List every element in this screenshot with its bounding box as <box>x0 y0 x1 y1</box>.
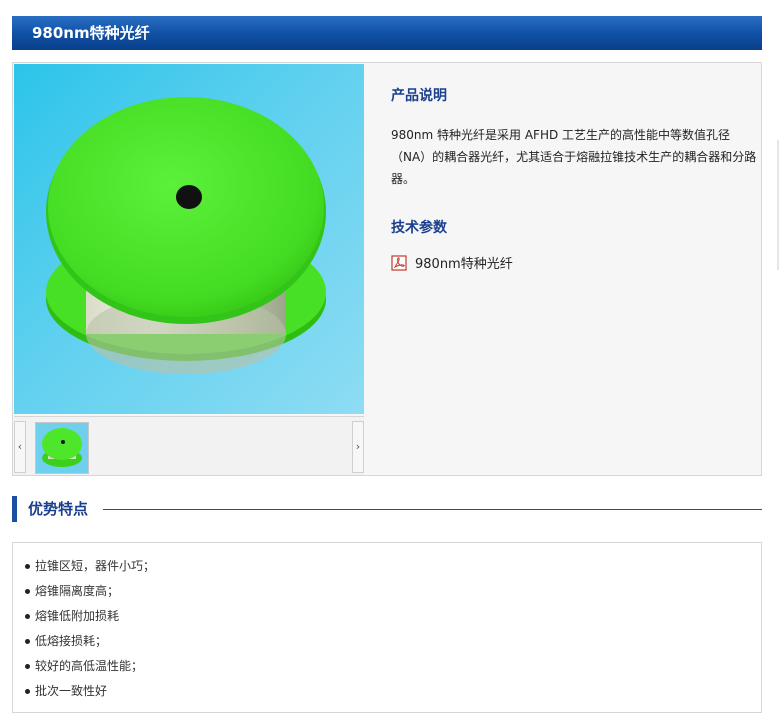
fiber-spool-image <box>46 97 326 374</box>
feature-item: 熔锥低附加损耗 <box>13 604 761 629</box>
feature-item: 批次一致性好 <box>13 679 761 704</box>
gallery-prev-button[interactable]: ‹ <box>14 421 26 473</box>
product-description: 980nm 特种光纤是采用 AFHD 工艺生产的高性能中等数值孔径（NA）的耦合… <box>391 128 757 186</box>
fiber-spool-thumbnail-icon <box>36 423 88 473</box>
features-divider <box>103 509 762 510</box>
features-header: 优势特点 <box>12 496 762 522</box>
features-accent-bar <box>12 496 17 522</box>
features-list: 拉锥区短，器件小巧； 熔锥隔离度高； 熔锥低附加损耗 低熔接损耗； 较好的高低温… <box>12 542 762 713</box>
description-heading: 产品说明 <box>391 88 447 104</box>
feature-item: 较好的高低温性能； <box>13 654 761 679</box>
feature-item: 拉锥区短，器件小巧； <box>13 554 761 579</box>
features-title: 优势特点 <box>28 500 89 518</box>
chevron-right-icon: › <box>355 440 361 453</box>
tech-params-heading: 技术参数 <box>391 220 447 236</box>
feature-item: 熔锥隔离度高； <box>13 579 761 604</box>
product-info: 产品说明 980nm 特种光纤是采用 AFHD 工艺生产的高性能中等数值孔径（N… <box>391 85 759 272</box>
pdf-icon <box>391 254 407 271</box>
chevron-left-icon: ‹ <box>17 440 23 453</box>
product-panel: ‹ › 产品说明 980nm 特种光纤是采用 AFHD 工艺生产的高性能中等数值… <box>12 62 762 476</box>
page-title-bar: 980nm特种光纤 <box>12 16 762 50</box>
thumbnail-strip: ‹ › <box>14 416 364 475</box>
feature-item: 低熔接损耗； <box>13 629 761 654</box>
thumbnail-1[interactable] <box>35 422 89 474</box>
gallery-next-button[interactable]: › <box>352 421 364 473</box>
page-title: 980nm特种光纤 <box>32 24 150 42</box>
datasheet-link-label: 980nm特种光纤 <box>415 257 513 272</box>
product-image[interactable] <box>14 64 364 414</box>
datasheet-link[interactable]: 980nm特种光纤 <box>391 253 759 272</box>
